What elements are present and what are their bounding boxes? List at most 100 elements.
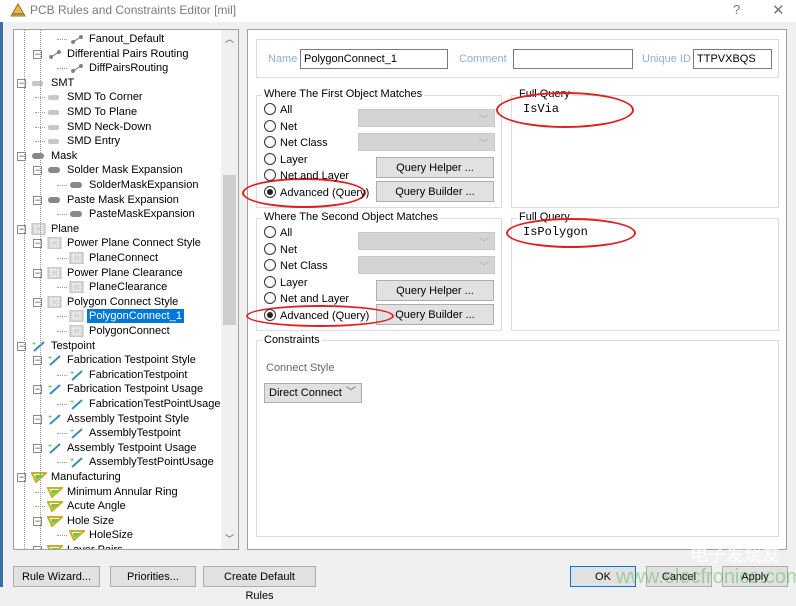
name-input[interactable] (300, 49, 448, 69)
svg-text:+: + (70, 399, 74, 406)
comment-label: Comment (459, 53, 507, 65)
tree-item-label: Acute Angle (67, 500, 126, 513)
priorities-button[interactable]: Priorities... (110, 566, 196, 587)
tree-item[interactable]: Fanout_Default (71, 32, 166, 46)
tree-item[interactable]: HoleSize (68, 528, 135, 543)
radio-button-icon[interactable] (264, 152, 276, 165)
ok-label: OK (595, 571, 611, 583)
radio-button-icon[interactable] (264, 136, 276, 149)
tree-item[interactable]: Differential Pairs Routing (49, 47, 190, 61)
rule-tree[interactable]: Fanout_Default Differential Pairs Routing… (13, 29, 239, 550)
first-query-helper-button[interactable]: Query Helper ... (376, 157, 494, 178)
second-object-radio[interactable]: Layer (264, 275, 308, 290)
radio-button-icon[interactable] (264, 169, 276, 182)
plane-icon (47, 295, 63, 309)
first-object-radio[interactable]: All (264, 103, 292, 117)
tree-item-label: AssemblyTestpoint (89, 427, 181, 440)
tree-item[interactable]: Mask (32, 149, 79, 163)
tree-item[interactable]: Power Plane Connect Style (47, 236, 203, 250)
tree-item[interactable]: PlaneClearance (69, 280, 169, 294)
radio-button-icon[interactable] (264, 103, 276, 116)
first-object-radio[interactable]: Net (264, 119, 297, 134)
tree-item[interactable]: Minimum Annular Ring (46, 485, 180, 499)
radio-button-icon[interactable] (264, 226, 276, 239)
tree-item[interactable]: Solder Mask Expansion (48, 163, 185, 177)
tree-item[interactable]: + Fabrication Testpoint Usage (48, 382, 205, 396)
tree-item[interactable]: SMT (32, 76, 76, 90)
tree-item[interactable]: Polygon Connect Style (47, 295, 180, 309)
connect-style-label: Connect Style (266, 362, 335, 374)
tree-item[interactable]: + FabricationTestPointUsage (70, 397, 222, 411)
scroll-thumb[interactable] (223, 175, 236, 325)
mask-icon (69, 208, 85, 220)
tree-item[interactable]: + Fabrication Testpoint Style (48, 353, 198, 367)
help-button[interactable]: ? (733, 2, 740, 17)
second-object-radio[interactable]: Net (264, 242, 297, 257)
tree-item-label: Polygon Connect Style (67, 295, 179, 308)
radio-button-icon[interactable] (264, 292, 276, 305)
tree-item[interactable]: PasteMaskExpansion (70, 207, 197, 221)
tree-item[interactable]: SMD Entry (48, 134, 122, 148)
second-query-builder-button[interactable]: Query Builder ... (376, 304, 494, 325)
unique-id-input[interactable] (693, 49, 772, 69)
tree-item[interactable]: PolygonConnect (69, 324, 172, 338)
name-label: Name (268, 53, 298, 65)
tree-item[interactable]: + AssemblyTestpoint (70, 426, 183, 440)
tree-guide-line (24, 30, 25, 549)
tree-connector (57, 258, 67, 259)
tree-item[interactable]: + Assembly Testpoint Style (48, 412, 191, 426)
rule-wizard-button[interactable]: Rule Wizard... (13, 566, 100, 587)
apply-button[interactable]: Apply (722, 566, 788, 587)
svg-text:+: + (70, 370, 74, 377)
tree-item[interactable]: Plane (31, 222, 81, 236)
first-object-radio[interactable]: Advanced (Query) (264, 185, 369, 200)
scroll-down-icon[interactable]: ﹀ (225, 532, 234, 545)
testpoint-icon: + (69, 369, 85, 381)
radio-label: Net Class (280, 137, 328, 149)
first-object-radio[interactable]: Layer (264, 152, 308, 167)
first-full-query-text: IsVia (523, 102, 560, 116)
tree-item[interactable]: SMD To Corner (48, 90, 145, 104)
first-query-builder-button[interactable]: Query Builder ... (376, 181, 494, 202)
first-object-radio[interactable]: Net and Layer (264, 169, 349, 183)
tree-item[interactable]: PlaneConnect (69, 251, 160, 265)
connect-style-select[interactable]: Direct Connect ﹀ (264, 383, 362, 403)
cancel-button[interactable]: Cancel (646, 566, 712, 587)
tree-item[interactable]: + AssemblyTestPointUsage (70, 455, 216, 469)
tree-item[interactable]: + Testpoint (32, 339, 97, 353)
radio-button-icon[interactable] (264, 185, 276, 198)
radio-button-icon[interactable] (264, 308, 276, 321)
second-object-radio[interactable]: Net and Layer (264, 292, 349, 306)
second-object-radio[interactable]: Net Class (264, 259, 328, 273)
tree-item[interactable]: SolderMaskExpansion (70, 178, 200, 192)
tree-item[interactable]: Power Plane Clearance (47, 266, 185, 280)
tree-item[interactable]: Layer Pairs (46, 543, 125, 549)
radio-button-icon[interactable] (264, 242, 276, 255)
create-default-rules-button[interactable]: Create Default Rules (203, 566, 316, 602)
tree-item[interactable]: + FabricationTestpoint (70, 368, 189, 382)
tree-item[interactable]: Paste Mask Expansion (48, 193, 181, 207)
second-query-helper-button[interactable]: Query Helper ... (376, 280, 494, 301)
routing-icon (69, 33, 85, 45)
tree-scrollbar[interactable]: ︿ ﹀ (221, 30, 238, 549)
scroll-up-icon[interactable]: ︿ (225, 32, 234, 45)
radio-button-icon[interactable] (264, 259, 276, 272)
tree-item[interactable]: Acute Angle (46, 499, 128, 513)
radio-button-icon[interactable] (264, 275, 276, 288)
tree-item[interactable]: PolygonConnect_1 (69, 309, 184, 324)
comment-input[interactable] (513, 49, 633, 69)
tree-item[interactable]: Hole Size (46, 514, 116, 528)
tree-item[interactable]: DiffPairsRouting (71, 61, 170, 75)
rule-wizard-label: Rule Wizard... (21, 571, 92, 583)
first-object-radio[interactable]: Net Class (264, 136, 328, 150)
tree-item[interactable]: Manufacturing (30, 470, 123, 484)
tree-item[interactable]: SMD To Plane (48, 105, 139, 119)
second-object-radio[interactable]: All (264, 226, 292, 240)
tree-item-label: PlaneClearance (89, 281, 168, 294)
tree-item[interactable]: + Assembly Testpoint Usage (48, 441, 198, 455)
radio-button-icon[interactable] (264, 119, 276, 132)
tree-item[interactable]: SMD Neck-Down (48, 120, 153, 134)
close-button[interactable]: ✕ (772, 1, 785, 19)
second-object-radio[interactable]: Advanced (Query) (264, 308, 369, 323)
ok-button[interactable]: OK (570, 566, 636, 587)
